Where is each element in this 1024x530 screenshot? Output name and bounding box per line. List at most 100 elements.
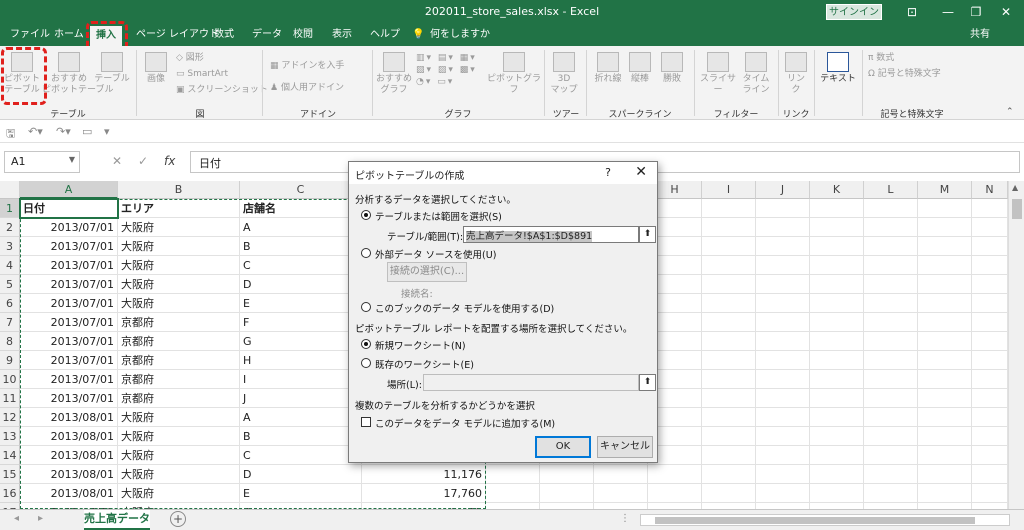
- cell[interactable]: [864, 218, 918, 237]
- cell[interactable]: [702, 237, 756, 256]
- radio-data-model[interactable]: [361, 302, 371, 312]
- radio-new-worksheet[interactable]: [361, 339, 371, 349]
- cell[interactable]: [972, 256, 1008, 275]
- cell[interactable]: 2013/07/01: [20, 237, 118, 256]
- cell[interactable]: B: [240, 237, 362, 256]
- cell[interactable]: [972, 427, 1008, 446]
- cell[interactable]: 京都府: [118, 389, 240, 408]
- my-addins-button[interactable]: ♟ 個人用アドイン: [270, 82, 344, 94]
- col-header[interactable]: B: [118, 181, 240, 199]
- cell[interactable]: [486, 484, 540, 503]
- cell[interactable]: 2013/08/01: [20, 484, 118, 503]
- cell[interactable]: [972, 275, 1008, 294]
- cell[interactable]: 2013/07/01: [20, 313, 118, 332]
- cell[interactable]: [756, 446, 810, 465]
- tab-formulas[interactable]: 数式: [214, 28, 234, 46]
- cell[interactable]: A: [240, 218, 362, 237]
- cell[interactable]: 2013/08/01: [20, 427, 118, 446]
- cell[interactable]: [540, 484, 594, 503]
- cell[interactable]: [864, 256, 918, 275]
- tab-review[interactable]: 校閲: [293, 28, 313, 46]
- cell[interactable]: [702, 313, 756, 332]
- col-header[interactable]: K: [810, 181, 864, 199]
- cell[interactable]: [864, 275, 918, 294]
- cell[interactable]: [810, 389, 864, 408]
- text-button[interactable]: テキスト: [818, 52, 858, 85]
- link-button[interactable]: リン ク: [782, 52, 810, 96]
- cell[interactable]: [756, 465, 810, 484]
- cell[interactable]: [810, 465, 864, 484]
- scroll-thumb[interactable]: [1012, 199, 1022, 219]
- cell[interactable]: [972, 199, 1008, 218]
- cell[interactable]: [918, 218, 972, 237]
- cell[interactable]: 2013/07/01: [20, 275, 118, 294]
- 3d-map-button[interactable]: 3D マップ: [548, 52, 580, 96]
- cell[interactable]: [594, 484, 648, 503]
- cell[interactable]: [918, 237, 972, 256]
- cell[interactable]: [972, 294, 1008, 313]
- cell[interactable]: [702, 332, 756, 351]
- cell[interactable]: エリア: [118, 199, 240, 218]
- col-header[interactable]: I: [702, 181, 756, 199]
- cell[interactable]: 11,176: [362, 465, 486, 484]
- cell[interactable]: 店舗名: [240, 199, 362, 218]
- cell[interactable]: D: [240, 465, 362, 484]
- row-header[interactable]: 3: [0, 237, 20, 256]
- cell[interactable]: I: [240, 370, 362, 389]
- cell[interactable]: [810, 427, 864, 446]
- cell[interactable]: [702, 351, 756, 370]
- cell[interactable]: 大阪府: [118, 484, 240, 503]
- cell[interactable]: [810, 275, 864, 294]
- cell[interactable]: [972, 408, 1008, 427]
- cell[interactable]: [702, 427, 756, 446]
- cell[interactable]: E: [240, 484, 362, 503]
- cell[interactable]: [756, 237, 810, 256]
- cell[interactable]: [918, 484, 972, 503]
- location-input[interactable]: [423, 374, 639, 391]
- row-header[interactable]: 5: [0, 275, 20, 294]
- vertical-scrollbar[interactable]: ▲: [1008, 181, 1024, 509]
- radio-data-model-label[interactable]: このブックのデータ モデルを使用する(D): [375, 301, 554, 315]
- col-header[interactable]: A: [20, 181, 118, 199]
- tell-me-box[interactable]: 何をしますか: [430, 28, 490, 46]
- row-header[interactable]: 16: [0, 484, 20, 503]
- cell[interactable]: 2013/07/01: [20, 294, 118, 313]
- cell[interactable]: [702, 256, 756, 275]
- cell[interactable]: [702, 446, 756, 465]
- cell[interactable]: [918, 256, 972, 275]
- next-sheet-icon[interactable]: ▸: [38, 513, 43, 524]
- cell[interactable]: [756, 313, 810, 332]
- hscroll-thumb[interactable]: [655, 517, 975, 524]
- cell[interactable]: [756, 484, 810, 503]
- help-icon[interactable]: ?: [605, 166, 611, 179]
- cell[interactable]: [864, 199, 918, 218]
- cell[interactable]: [756, 427, 810, 446]
- cell[interactable]: [918, 427, 972, 446]
- range-input[interactable]: 売上高データ!$A$1:$D$891: [463, 226, 639, 243]
- cell[interactable]: 大阪府: [118, 294, 240, 313]
- scroll-up-icon[interactable]: ▲: [1012, 183, 1018, 192]
- sparkline-column-button[interactable]: 縦棒: [626, 52, 654, 85]
- symbol-button[interactable]: Ω 記号と特殊文字: [868, 68, 941, 80]
- cell[interactable]: [864, 294, 918, 313]
- cell[interactable]: 2013/07/01: [20, 332, 118, 351]
- recommended-pivot-button[interactable]: おすすめ ピボットテーブル: [42, 52, 113, 96]
- row-header[interactable]: 15: [0, 465, 20, 484]
- cell[interactable]: [972, 332, 1008, 351]
- cell[interactable]: [972, 389, 1008, 408]
- cell[interactable]: [918, 446, 972, 465]
- cell[interactable]: [972, 313, 1008, 332]
- cell[interactable]: 大阪府: [118, 275, 240, 294]
- cell[interactable]: [702, 294, 756, 313]
- pivot-chart-button[interactable]: ピボットグラフ: [486, 52, 542, 96]
- radio-external-source-label[interactable]: 外部データ ソースを使用(U): [375, 247, 496, 261]
- open-icon[interactable]: ▭: [82, 125, 92, 138]
- tab-help[interactable]: ヘルプ: [370, 28, 400, 46]
- cell[interactable]: [864, 427, 918, 446]
- cell[interactable]: 2013/07/01: [20, 256, 118, 275]
- row-header[interactable]: 11: [0, 389, 20, 408]
- cell[interactable]: 大阪府: [118, 237, 240, 256]
- ribbon-display-icon[interactable]: ⊡: [894, 2, 930, 22]
- cell[interactable]: [756, 218, 810, 237]
- cell[interactable]: B: [240, 427, 362, 446]
